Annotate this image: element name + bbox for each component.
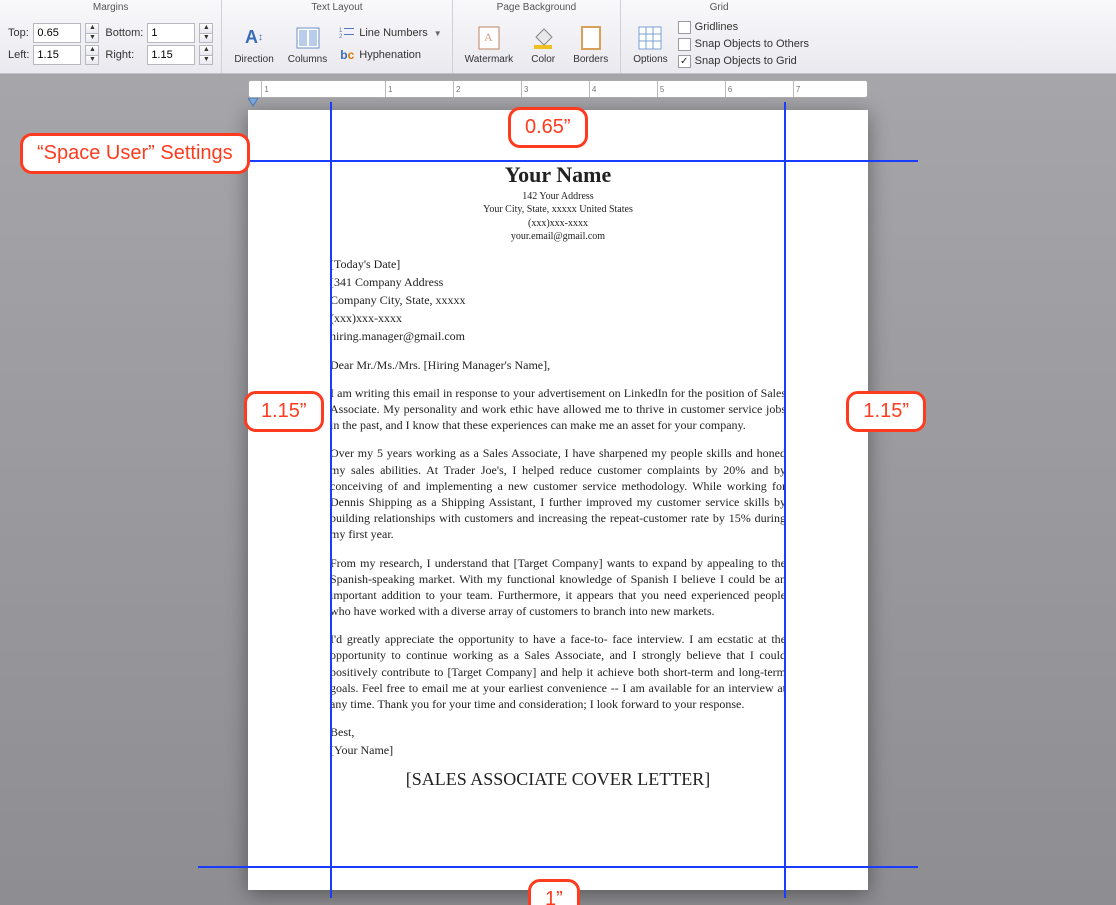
borders-button[interactable]: Borders bbox=[569, 22, 612, 67]
snap-others-checkbox[interactable]: Snap Objects to Others bbox=[678, 37, 809, 52]
callout-right-margin: 1.15” bbox=[846, 391, 926, 432]
margin-top-input[interactable] bbox=[33, 23, 81, 43]
columns-icon bbox=[292, 24, 324, 52]
margin-right-spinner[interactable]: ▲▼ bbox=[199, 45, 213, 65]
group-margins: Margins Top: ▲▼ Left: ▲▼ Bottom: ▲▼ Righ… bbox=[0, 0, 222, 73]
margin-bottom-input[interactable] bbox=[147, 23, 195, 43]
horizontal-ruler[interactable]: 1 1 2 3 4 5 6 7 bbox=[248, 80, 868, 98]
snap-grid-checkbox[interactable]: ✓Snap Objects to Grid bbox=[678, 54, 809, 69]
signature: [Your Name] bbox=[330, 742, 786, 758]
line-numbers-button[interactable]: 12 Line Numbers▼ bbox=[337, 24, 443, 42]
document-workspace: 1 1 2 3 4 5 6 7 “Space User” Settings 0.… bbox=[0, 74, 1116, 905]
company-phone: (xxx)xxx-xxxx bbox=[330, 310, 786, 326]
group-grid: Grid Options Gridlines Snap Objects to O… bbox=[621, 0, 817, 73]
svg-text:A: A bbox=[484, 30, 493, 44]
chevron-down-icon: ▼ bbox=[434, 29, 442, 38]
check-icon: ✓ bbox=[678, 55, 691, 68]
company-address: [341 Company Address bbox=[330, 274, 786, 290]
header-name: Your Name bbox=[330, 160, 786, 190]
callout-bottom-margin: 1” bbox=[528, 879, 580, 905]
company-email: hiring.manager@gmail.com bbox=[330, 328, 786, 344]
direction-button[interactable]: A↕ Direction bbox=[230, 22, 277, 67]
header-address: 142 Your Address bbox=[330, 190, 786, 204]
svg-text:2: 2 bbox=[339, 34, 343, 40]
document-page[interactable]: “Space User” Settings 0.65” 1.15” 1.15” … bbox=[248, 110, 868, 890]
group-text-layout: Text Layout A↕ Direction Columns 12 Line… bbox=[222, 0, 452, 73]
group-page-background: Page Background A Watermark Color Border… bbox=[453, 0, 622, 73]
group-title: Page Background bbox=[461, 0, 613, 15]
grid-icon bbox=[634, 24, 666, 52]
paragraph-2: Over my 5 years working as a Sales Assoc… bbox=[330, 445, 786, 542]
footer-title: [SALES ASSOCIATE COVER LETTER] bbox=[330, 767, 786, 791]
grid-options-button[interactable]: Options bbox=[629, 22, 671, 67]
margin-left-spinner[interactable]: ▲▼ bbox=[85, 45, 99, 65]
callout-left-margin: 1.15” bbox=[244, 391, 324, 432]
signoff: Best, bbox=[330, 724, 786, 740]
callout-top-margin: 0.65” bbox=[508, 107, 588, 148]
margin-top-label: Top: bbox=[8, 27, 29, 39]
margin-guide-bottom bbox=[198, 866, 918, 868]
header-city: Your City, State, xxxxx United States bbox=[330, 203, 786, 217]
group-title: Text Layout bbox=[230, 0, 443, 15]
margin-bottom-spinner[interactable]: ▲▼ bbox=[199, 23, 213, 43]
group-title: Grid bbox=[629, 0, 809, 15]
callout-space-user: “Space User” Settings bbox=[20, 133, 250, 174]
paint-bucket-icon bbox=[527, 24, 559, 52]
margin-left-input[interactable] bbox=[33, 45, 81, 65]
gridlines-checkbox[interactable]: Gridlines bbox=[678, 20, 809, 35]
line-numbers-icon: 12 bbox=[339, 25, 355, 41]
ribbon-toolbar: Margins Top: ▲▼ Left: ▲▼ Bottom: ▲▼ Righ… bbox=[0, 0, 1116, 74]
margin-top-spinner[interactable]: ▲▼ bbox=[85, 23, 99, 43]
paragraph-1: I am writing this email in response to y… bbox=[330, 385, 786, 434]
margin-guide-left bbox=[330, 102, 332, 898]
group-title: Margins bbox=[8, 0, 213, 15]
watermark-button[interactable]: A Watermark bbox=[461, 22, 518, 67]
company-city: Company City, State, xxxxx bbox=[330, 292, 786, 308]
borders-icon bbox=[575, 24, 607, 52]
salutation: Dear Mr./Ms./Mrs. [Hiring Manager's Name… bbox=[330, 357, 786, 373]
margin-right-label: Right: bbox=[105, 49, 143, 61]
date-line: [Today's Date] bbox=[330, 256, 786, 272]
page-color-button[interactable]: Color bbox=[523, 22, 563, 67]
margin-guide-right bbox=[784, 102, 786, 898]
margin-right-input[interactable] bbox=[147, 45, 195, 65]
direction-icon: A↕ bbox=[238, 24, 270, 52]
watermark-icon: A bbox=[473, 24, 505, 52]
margin-guide-top bbox=[198, 160, 918, 162]
header-phone: (xxx)xxx-xxxx bbox=[330, 217, 786, 231]
hyphenation-icon: bc bbox=[339, 47, 355, 63]
columns-button[interactable]: Columns bbox=[284, 22, 331, 67]
header-email: your.email@gmail.com bbox=[330, 230, 786, 244]
hyphenation-button[interactable]: bc Hyphenation bbox=[337, 46, 443, 64]
margin-left-label: Left: bbox=[8, 49, 29, 61]
paragraph-4: I'd greatly appreciate the opportunity t… bbox=[330, 631, 786, 712]
paragraph-3: From my research, I understand that [Tar… bbox=[330, 555, 786, 620]
margin-bottom-label: Bottom: bbox=[105, 27, 143, 39]
